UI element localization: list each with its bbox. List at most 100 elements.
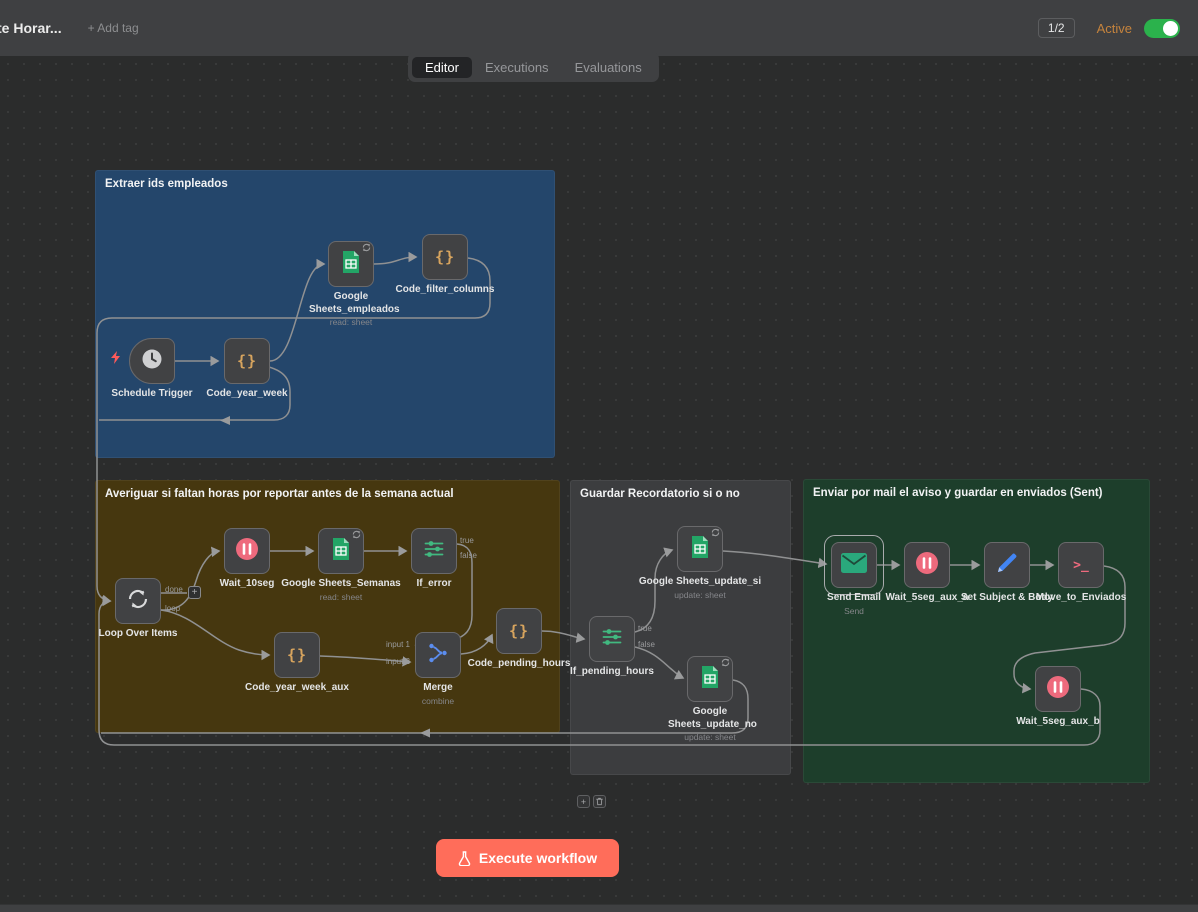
terminal-icon: >_ <box>1073 558 1089 573</box>
workflow-canvas[interactable]: Extraer ids empleados Averiguar si falta… <box>0 56 1198 904</box>
node-label: If_pending_hours <box>570 666 654 677</box>
output-label-done: done <box>165 585 183 594</box>
execute-workflow-button[interactable]: Execute workflow <box>436 839 619 877</box>
trash-button[interactable] <box>593 795 606 808</box>
filter-icon <box>422 537 446 566</box>
node-subtitle: read: sheet <box>309 317 393 328</box>
node-code-filter-columns[interactable]: {} Code_filter_columns <box>422 234 468 280</box>
tab-evaluations[interactable]: Evaluations <box>562 57 655 78</box>
node-label: Google Sheets_update_si <box>639 576 761 587</box>
sticky-title: Enviar por mail el aviso y guardar en en… <box>804 480 1149 506</box>
sync-icon <box>711 528 720 537</box>
loop-icon <box>125 586 151 617</box>
canvas-mini-toolbar: + <box>577 795 606 808</box>
pagination-badge: 1/2 <box>1038 18 1075 38</box>
output-label-true: true <box>460 536 474 545</box>
add-node-button[interactable]: + <box>188 586 201 599</box>
spreadsheet-icon <box>331 537 351 566</box>
node-label: If_error <box>416 578 451 589</box>
sticky-title: Guardar Recordatorio si o no <box>571 481 790 507</box>
node-if-pending-hours[interactable]: If_pending_hours <box>589 616 635 662</box>
filter-icon <box>600 625 624 654</box>
node-code-year-week[interactable]: {} Code_year_week <box>224 338 270 384</box>
output-label-false: false <box>460 551 477 560</box>
node-label: Google Sheets_empleados <box>309 291 400 315</box>
node-label: Merge <box>423 682 452 693</box>
node-wait-10seg[interactable]: Wait_10seg <box>224 528 270 574</box>
pencil-icon <box>996 552 1018 579</box>
node-wait-5seg-aux-b[interactable]: Wait_5seg_aux_b <box>1035 666 1081 712</box>
sync-icon <box>362 243 371 252</box>
node-google-sheets-semanas[interactable]: Google Sheets_Semanasread: sheet <box>318 528 364 574</box>
output-label-true: true <box>638 624 652 633</box>
sticky-note-send[interactable]: Enviar por mail el aviso y guardar en en… <box>803 479 1150 783</box>
node-code-pending-hours[interactable]: {} Code_pending_hours <box>496 608 542 654</box>
node-wait-5seg-aux-a[interactable]: Wait_5seg_aux_a <box>904 542 950 588</box>
toggle-knob <box>1163 21 1178 36</box>
output-label-false: false <box>638 640 655 649</box>
sync-icon <box>352 530 361 539</box>
bottom-bar <box>0 904 1198 912</box>
node-label: Code_year_week <box>206 388 287 399</box>
view-tabs: Editor Executions Evaluations <box>408 52 659 82</box>
node-label: Code_filter_columns <box>396 284 495 295</box>
spreadsheet-icon <box>690 535 710 564</box>
plus-button[interactable]: + <box>577 795 590 808</box>
node-if-error[interactable]: If_error <box>411 528 457 574</box>
input-label-2: input 2 <box>384 657 410 666</box>
node-label: Code_year_week_aux <box>245 682 349 693</box>
node-subtitle: combine <box>382 696 494 707</box>
node-schedule-trigger[interactable]: Schedule Trigger <box>129 338 175 384</box>
input-label-1: input 1 <box>384 640 410 649</box>
node-send-email[interactable]: Send EmailSend <box>831 542 877 588</box>
sync-icon <box>721 658 730 667</box>
node-set-subject-body[interactable]: Set Subject & Body <box>984 542 1030 588</box>
sticky-title: Extraer ids empleados <box>96 171 554 197</box>
active-toggle[interactable] <box>1144 19 1180 38</box>
node-subtitle: update: sheet <box>668 732 752 743</box>
braces-icon: {} <box>435 248 455 266</box>
node-label: Wait_5seg_aux_b <box>1016 716 1100 727</box>
node-code-year-week-aux[interactable]: {} Code_year_week_aux <box>274 632 320 678</box>
merge-icon <box>426 641 450 670</box>
braces-icon: {} <box>237 352 257 370</box>
node-label: Google Sheets_update_no <box>668 706 757 730</box>
trash-icon <box>595 797 604 806</box>
node-label: Schedule Trigger <box>111 388 192 399</box>
node-label: Code_pending_hours <box>468 658 571 669</box>
active-label: Active <box>1097 21 1132 36</box>
node-move-to-enviados[interactable]: >_ Move_to_Enviados <box>1058 542 1104 588</box>
node-label: Loop Over Items <box>99 628 178 639</box>
envelope-icon <box>841 553 867 578</box>
plus-icon: + <box>192 587 198 598</box>
node-subtitle: read: sheet <box>274 592 408 603</box>
braces-icon: {} <box>509 622 529 640</box>
clock-icon <box>140 347 164 376</box>
node-subtitle: Send <box>798 606 910 617</box>
node-google-sheets-empleados[interactable]: Google Sheets_empleadosread: sheet <box>328 241 374 287</box>
output-label-loop: loop <box>165 604 180 613</box>
tab-editor[interactable]: Editor <box>412 57 472 78</box>
flask-icon <box>458 851 471 866</box>
add-tag-button[interactable]: + Add tag <box>88 21 139 35</box>
spreadsheet-icon <box>341 250 361 279</box>
node-google-sheets-update-no[interactable]: Google Sheets_update_noupdate: sheet <box>687 656 733 702</box>
node-label: Wait_10seg <box>220 578 275 589</box>
sticky-title: Averiguar si faltan horas por reportar a… <box>96 481 559 507</box>
node-merge[interactable]: Mergecombine <box>415 632 461 678</box>
workflow-title[interactable]: te Horar... <box>0 20 62 36</box>
pause-icon <box>234 536 260 567</box>
node-subtitle: update: sheet <box>633 590 767 601</box>
spreadsheet-icon <box>700 665 720 694</box>
plus-icon: + <box>581 797 586 807</box>
execute-workflow-label: Execute workflow <box>479 850 597 866</box>
node-label: Move_to_Enviados <box>1036 592 1127 603</box>
node-loop-over-items[interactable]: Loop Over Items <box>115 578 161 624</box>
braces-icon: {} <box>287 646 307 664</box>
pause-icon <box>1045 674 1071 705</box>
node-google-sheets-update-si[interactable]: Google Sheets_update_siupdate: sheet <box>677 526 723 572</box>
pause-icon <box>914 550 940 581</box>
top-bar: te Horar... + Add tag 1/2 Active <box>0 0 1198 56</box>
trigger-bolt-icon <box>111 351 121 364</box>
tab-executions[interactable]: Executions <box>472 57 562 78</box>
